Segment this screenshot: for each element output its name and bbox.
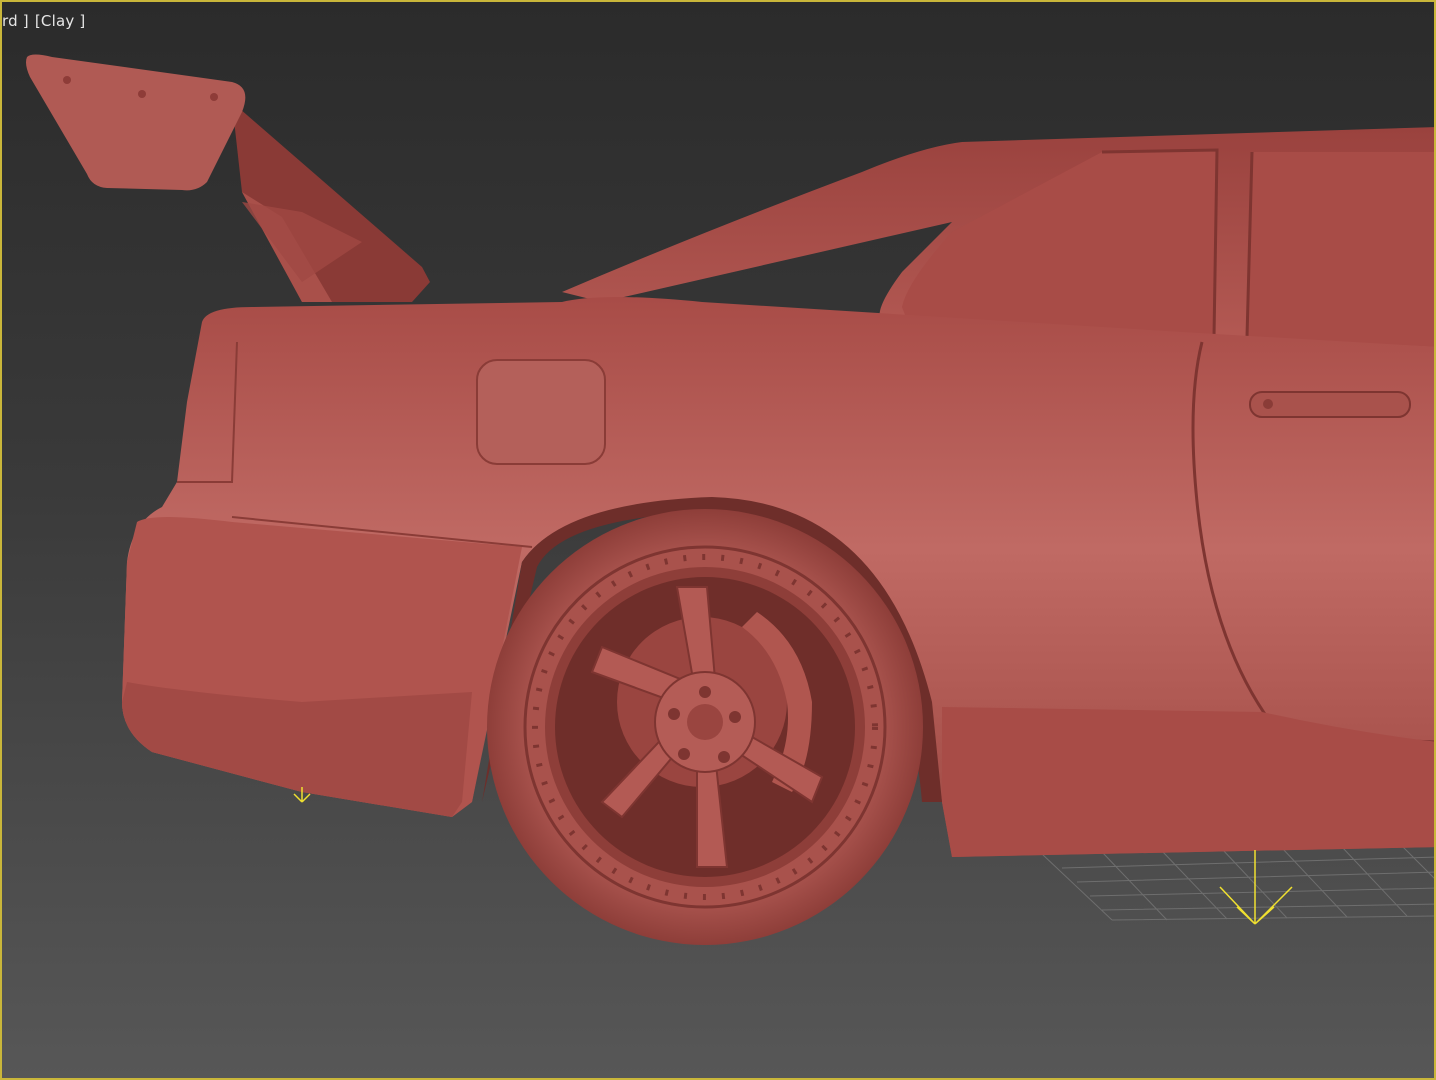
rear-spoiler[interactable] xyxy=(26,54,430,303)
viewport-perspective[interactable]: rd ] [Clay ] xyxy=(0,0,1436,1080)
viewport-scene[interactable] xyxy=(2,2,1436,1080)
fuel-door[interactable] xyxy=(476,359,606,465)
door-handle[interactable] xyxy=(1249,391,1411,418)
rear-wheel[interactable] xyxy=(487,509,923,945)
